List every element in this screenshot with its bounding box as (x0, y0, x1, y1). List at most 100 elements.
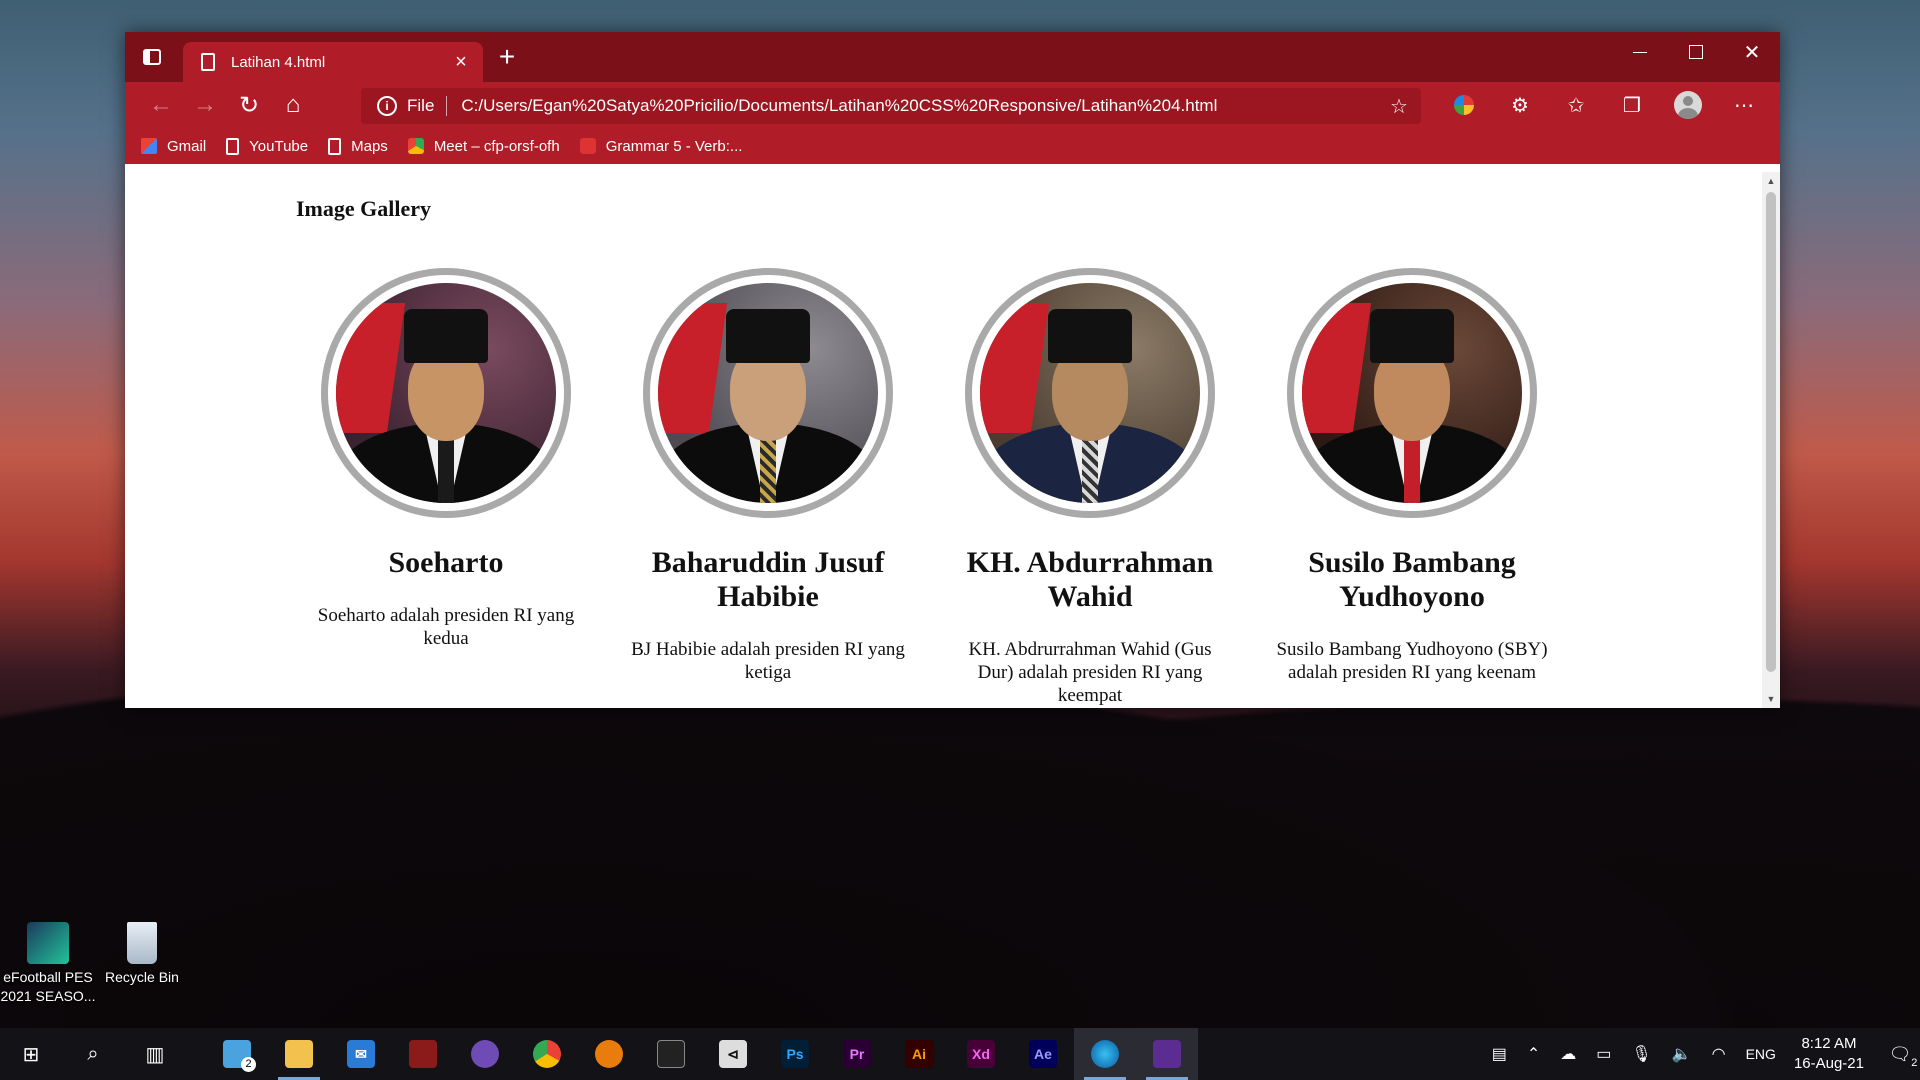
gallery-card: Baharuddin Jusuf Habibie BJ Habibie adal… (607, 268, 929, 707)
card-description: Susilo Bambang Yudhoyono (SBY) adalah pr… (1276, 639, 1548, 683)
file-explorer-icon[interactable] (268, 1028, 330, 1080)
bookmark-gmail[interactable]: Gmail (141, 138, 206, 155)
portrait-frame (643, 268, 893, 518)
recycle-bin-icon (127, 922, 157, 964)
portrait-frame (321, 268, 571, 518)
edge-icon[interactable] (1074, 1028, 1136, 1080)
tab-close-icon[interactable]: × (447, 51, 475, 74)
scrollbar-thumb[interactable] (1766, 192, 1776, 672)
portrait-frame (1287, 268, 1537, 518)
desktop-icon-recycle-bin[interactable]: Recycle Bin (94, 922, 190, 987)
card-description: Soeharto adalah presiden RI yang kedua (317, 605, 575, 649)
page-icon (226, 137, 240, 155)
photoshop-icon[interactable]: Ps (764, 1028, 826, 1080)
browser-toolbar: ← → ↻ ⌂ i File C:/Users/Egan%20Satya%20P… (125, 82, 1780, 128)
refresh-icon[interactable]: ↻ (227, 87, 271, 123)
address-separator (446, 96, 448, 116)
microphone-icon[interactable]: 🎙 (1631, 1044, 1651, 1064)
card-description: KH. Abdrurrahman Wahid (Gus Dur) adalah … (968, 639, 1212, 706)
maximize-button[interactable] (1668, 32, 1724, 72)
portrait-image (336, 283, 556, 503)
battery-icon[interactable]: ▭ (1596, 1044, 1611, 1064)
show-hidden-icons-chevron-icon[interactable]: ⌃ (1527, 1044, 1540, 1064)
bookmark-maps[interactable]: Maps (328, 137, 388, 155)
card-name: KH. Abdurrahman Wahid (966, 546, 1214, 613)
toolbar-right: ⚙ ✩ ❐ ⋯ (1436, 86, 1772, 124)
clock[interactable]: 8:12 AM 16-Aug-21 (1794, 1034, 1864, 1074)
portrait-image (980, 283, 1200, 503)
illustrator-icon[interactable]: Ai (888, 1028, 950, 1080)
bookmark-label: Maps (351, 137, 388, 155)
notification-count: 2 (1911, 1056, 1918, 1069)
bookmark-youtube[interactable]: YouTube (226, 137, 309, 155)
extension-colorful-icon[interactable] (1436, 86, 1492, 124)
card-description: BJ Habibie adalah presiden RI yang ketig… (631, 639, 905, 683)
notification-center-icon[interactable]: 🗨 2 (1880, 1028, 1920, 1080)
minimize-button[interactable] (1612, 32, 1668, 72)
desktop-icon-label: eFootball PES 2021 SEASO... (0, 969, 96, 1004)
tab-title: Latihan 4.html (231, 53, 326, 71)
page-scrollbar[interactable]: ▲ ▼ (1762, 172, 1780, 708)
bookmark-label: YouTube (249, 137, 309, 155)
forward-arrow-icon[interactable]: → (183, 87, 227, 123)
game-app-icon[interactable] (392, 1028, 454, 1080)
browser-window: Latihan 4.html × + ✕ ← → ↻ ⌂ i File C:/U… (125, 32, 1780, 708)
address-bar[interactable]: i File C:/Users/Egan%20Satya%20Pricilio/… (361, 88, 1421, 124)
url-text[interactable]: C:/Users/Egan%20Satya%20Pricilio/Documen… (461, 96, 1377, 116)
clock-time: 8:12 AM (1801, 1035, 1857, 1052)
after-effects-icon[interactable]: Ae (1012, 1028, 1074, 1080)
home-icon[interactable]: ⌂ (271, 87, 315, 123)
scroll-up-arrow-icon[interactable]: ▲ (1765, 176, 1777, 186)
efootball-app-icon (27, 922, 69, 964)
new-tab-button[interactable]: + (491, 42, 523, 74)
system-tray: ▤ ⌃ ☁ ▭ 🎙 🔈 ◠ ENG 8:12 AM 16-Aug-21 🗨 2 (1482, 1028, 1920, 1080)
card-name: Susilo Bambang Yudhoyono (1308, 546, 1516, 613)
search-icon[interactable]: ⌕ (62, 1028, 124, 1080)
more-menu-icon[interactable]: ⋯ (1716, 86, 1772, 124)
meet-icon (407, 138, 424, 154)
gallery-card: Susilo Bambang Yudhoyono Susilo Bambang … (1251, 268, 1573, 707)
favorites-icon[interactable]: ✩ (1548, 86, 1604, 124)
tab-actions-icon[interactable] (139, 44, 165, 70)
start-windows-icon[interactable]: ⊞ (0, 1028, 62, 1080)
bookmark-grammar[interactable]: Grammar 5 - Verb:... (579, 138, 742, 155)
scroll-down-arrow-icon[interactable]: ▼ (1765, 694, 1777, 704)
task-view-icon[interactable]: ▥ (124, 1028, 186, 1080)
unity-icon[interactable] (640, 1028, 702, 1080)
portrait-image (658, 283, 878, 503)
collections-icon[interactable]: ❐ (1604, 86, 1660, 124)
bookmarks-bar: Gmail YouTube Maps Meet – cfp-orsf-ofh G… (125, 128, 1780, 164)
close-window-button[interactable]: ✕ (1724, 32, 1780, 72)
page-icon (328, 137, 342, 155)
mail-icon[interactable]: ✉ (330, 1028, 392, 1080)
vscode-icon[interactable]: ⊲ (702, 1028, 764, 1080)
card-name: Soeharto (388, 546, 504, 579)
onedrive-cloud-icon[interactable]: ☁ (1560, 1044, 1576, 1064)
extensions-puzzle-icon[interactable]: ⚙ (1492, 86, 1548, 124)
news-icon[interactable]: ▤ (1492, 1044, 1507, 1064)
grammar-site-icon (579, 138, 596, 154)
blender-icon[interactable] (578, 1028, 640, 1080)
visual-studio-icon[interactable] (1136, 1028, 1198, 1080)
language-indicator[interactable]: ENG (1746, 1046, 1776, 1062)
github-icon[interactable] (454, 1028, 516, 1080)
back-arrow-icon[interactable]: ← (139, 87, 183, 123)
wifi-icon[interactable]: ◠ (1712, 1044, 1726, 1064)
taskbar-files-icon[interactable]: 2 (206, 1028, 268, 1080)
xd-icon[interactable]: Xd (950, 1028, 1012, 1080)
bookmark-meet[interactable]: Meet – cfp-orsf-ofh (407, 138, 560, 155)
info-icon[interactable]: i (377, 96, 397, 116)
gallery-card: Soeharto Soeharto adalah presiden RI yan… (285, 268, 607, 707)
page-viewport: Image Gallery Soeharto Soeharto adalah p… (125, 172, 1780, 708)
desktop-icon-label: Recycle Bin (105, 969, 179, 985)
card-name: Baharuddin Jusuf Habibie (651, 546, 885, 613)
desktop-icon-efootball[interactable]: eFootball PES 2021 SEASO... (0, 922, 96, 1006)
premiere-icon[interactable]: Pr (826, 1028, 888, 1080)
chrome-icon[interactable] (516, 1028, 578, 1080)
add-favorite-icon[interactable]: ☆ (1377, 94, 1421, 119)
profile-avatar[interactable] (1660, 86, 1716, 124)
scheme-label: File (407, 96, 435, 115)
volume-icon[interactable]: 🔈 (1672, 1044, 1692, 1064)
tab-latihan[interactable]: Latihan 4.html × (183, 42, 483, 82)
window-controls: ✕ (1612, 32, 1780, 72)
